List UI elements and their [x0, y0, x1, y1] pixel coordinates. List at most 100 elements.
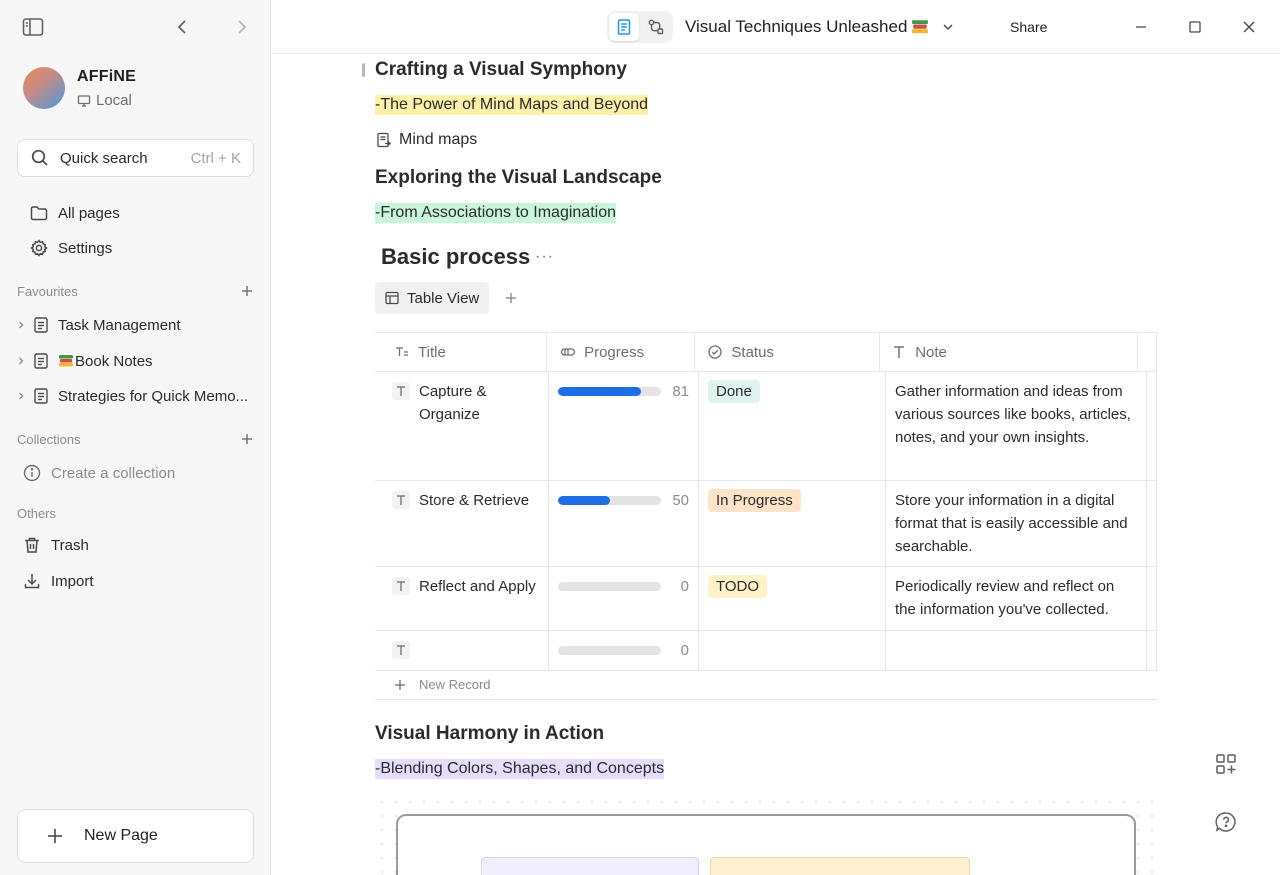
- back-arrow-icon[interactable]: [173, 17, 193, 37]
- progress-bar[interactable]: [558, 496, 661, 505]
- document-title[interactable]: Visual Techniques Unleashed: [685, 17, 955, 37]
- progress-value: 0: [680, 578, 689, 595]
- cell-title[interactable]: [375, 631, 549, 670]
- sidebar-toggle-icon[interactable]: [22, 17, 44, 37]
- cell-note[interactable]: Periodically review and reflect on the i…: [886, 567, 1147, 630]
- progress-bar[interactable]: [558, 646, 661, 655]
- progress-value: 50: [672, 492, 689, 509]
- column-header-label: Progress: [584, 343, 645, 361]
- highlight-text-green[interactable]: -From Associations to Imagination: [375, 203, 616, 223]
- cell-status[interactable]: TODO: [699, 567, 886, 630]
- cell-status[interactable]: Done: [699, 372, 886, 480]
- sidebar-item-import[interactable]: Import: [10, 565, 250, 597]
- text-row-icon: [392, 641, 410, 659]
- maximize-icon[interactable]: [1185, 17, 1205, 37]
- cell-title[interactable]: Capture & Organize: [375, 372, 549, 480]
- column-header-label: Title: [418, 343, 446, 361]
- workspace-name[interactable]: AFFiNE: [77, 68, 136, 86]
- workspace-avatar[interactable]: [23, 67, 65, 109]
- table-row[interactable]: 0: [375, 631, 1157, 671]
- add-favourite-icon[interactable]: [239, 283, 255, 299]
- create-collection-button[interactable]: Create a collection: [10, 457, 250, 489]
- gear-icon: [29, 238, 49, 258]
- new-page-button[interactable]: New Page: [17, 809, 254, 863]
- cell-spacer: [1147, 372, 1157, 480]
- folder-icon: [29, 203, 49, 223]
- cell-note[interactable]: [886, 631, 1147, 670]
- heading-visual-harmony[interactable]: Visual Harmony in Action: [375, 723, 604, 745]
- favourite-item-task-management[interactable]: Task Management: [14, 309, 259, 341]
- highlight-text-purple[interactable]: -Blending Colors, Shapes, and Concepts: [375, 759, 665, 779]
- table-row[interactable]: Capture & Organize 81 Done Gather inform…: [375, 372, 1157, 481]
- column-header-label: Note: [915, 343, 947, 361]
- cell-progress[interactable]: 0: [549, 631, 699, 670]
- heading-exploring[interactable]: Exploring the Visual Landscape: [375, 167, 662, 189]
- cell-note[interactable]: Store your information in a digital form…: [886, 481, 1147, 566]
- cell-status[interactable]: [699, 631, 886, 670]
- cell-title[interactable]: Store & Retrieve: [375, 481, 549, 566]
- others-section-header: Others: [17, 506, 257, 521]
- sidebar: AFFiNE Local Quick search Ctrl + K All p…: [0, 0, 271, 875]
- add-block-grid-icon[interactable]: [1212, 750, 1240, 778]
- page-mode-button[interactable]: [609, 13, 639, 41]
- chevron-right-icon[interactable]: [14, 354, 28, 368]
- linked-doc-mind-maps[interactable]: Mind maps: [375, 131, 477, 149]
- status-badge[interactable]: TODO: [708, 575, 768, 598]
- column-header-note[interactable]: Note: [880, 333, 1139, 371]
- column-header-add[interactable]: [1138, 333, 1158, 371]
- highlight-text-yellow[interactable]: -The Power of Mind Maps and Beyond: [375, 95, 649, 115]
- edgeless-mode-button[interactable]: [641, 13, 671, 41]
- column-header-label: Status: [731, 343, 774, 361]
- favourites-title: Favourites: [17, 283, 78, 299]
- column-header-title[interactable]: Title: [375, 333, 548, 371]
- new-page-label: New Page: [84, 827, 158, 844]
- edgeless-mode-icon: [647, 18, 665, 36]
- progress-bar-fill: [558, 387, 642, 396]
- chevron-down-icon[interactable]: [941, 20, 955, 34]
- heading-crafting[interactable]: Crafting a Visual Symphony: [375, 59, 627, 81]
- cell-status[interactable]: In Progress: [699, 481, 886, 566]
- sidebar-item-settings[interactable]: Settings: [17, 232, 257, 264]
- progress-value: 81: [672, 383, 689, 400]
- close-icon[interactable]: [1239, 17, 1259, 37]
- forward-arrow-icon[interactable]: [231, 17, 251, 37]
- block-drag-handle[interactable]: [362, 63, 365, 77]
- progress-bar[interactable]: [558, 387, 661, 396]
- quick-search-button[interactable]: Quick search Ctrl + K: [17, 139, 254, 177]
- favourite-item-book-notes[interactable]: Book Notes: [14, 345, 259, 377]
- cell-progress[interactable]: 0: [549, 567, 699, 630]
- add-view-icon[interactable]: [503, 290, 519, 306]
- status-badge[interactable]: In Progress: [708, 489, 801, 512]
- minimize-icon[interactable]: [1131, 17, 1151, 37]
- canvas-shape-purple: [481, 857, 699, 875]
- favourite-item-strategies[interactable]: Strategies for Quick Memo...: [14, 380, 259, 412]
- status-badge[interactable]: Done: [708, 380, 760, 403]
- new-record-button[interactable]: New Record: [375, 670, 1157, 700]
- chevron-right-icon[interactable]: [14, 318, 28, 332]
- database-title[interactable]: Basic process: [381, 244, 530, 270]
- cell-progress[interactable]: 81: [549, 372, 699, 480]
- sidebar-item-all-pages[interactable]: All pages: [17, 197, 257, 229]
- column-header-progress[interactable]: Progress: [547, 333, 696, 371]
- edgeless-canvas-embed[interactable]: [375, 795, 1157, 875]
- cell-spacer: [1147, 481, 1157, 566]
- cell-title[interactable]: Reflect and Apply: [375, 567, 549, 630]
- table-row[interactable]: Store & Retrieve 50 In Progress Store yo…: [375, 481, 1157, 567]
- table-row[interactable]: Reflect and Apply 0 TODO Periodically re…: [375, 567, 1157, 631]
- help-icon[interactable]: [1212, 808, 1240, 836]
- trash-icon: [22, 535, 42, 555]
- sidebar-item-trash[interactable]: Trash: [10, 529, 250, 561]
- column-header-status[interactable]: Status: [695, 333, 881, 371]
- sidebar-item-label: Import: [51, 572, 94, 590]
- progress-bar[interactable]: [558, 582, 661, 591]
- workspace-type-label: Local: [96, 92, 132, 109]
- more-options-icon[interactable]: ···: [535, 248, 554, 266]
- progress-bar-fill: [558, 496, 610, 505]
- cell-progress[interactable]: 50: [549, 481, 699, 566]
- info-circle-icon: [22, 463, 42, 483]
- share-button[interactable]: Share: [1010, 19, 1047, 35]
- chevron-right-icon[interactable]: [14, 389, 28, 403]
- tab-table-view[interactable]: Table View: [375, 282, 489, 314]
- cell-note[interactable]: Gather information and ideas from variou…: [886, 372, 1147, 480]
- add-collection-icon[interactable]: [239, 431, 255, 447]
